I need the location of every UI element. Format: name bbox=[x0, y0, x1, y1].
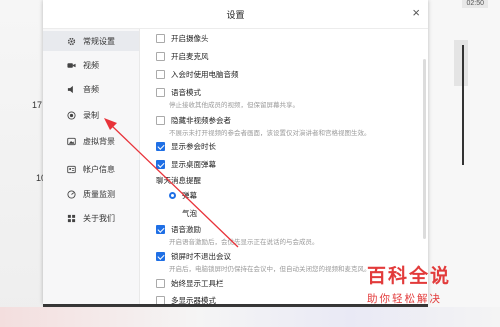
open-camera-checkbox[interactable] bbox=[156, 34, 165, 43]
option-label: 语音模式 bbox=[171, 88, 201, 97]
bullet-radio-option[interactable]: 弹幕 bbox=[169, 190, 197, 201]
sidebar-item-virtual-background[interactable]: 虚拟背景 bbox=[43, 131, 139, 151]
show-desktop-bullet-checkbox[interactable] bbox=[156, 160, 165, 169]
window-title: 设置 bbox=[226, 10, 245, 20]
watermark-subtitle: 助你轻松解决 bbox=[367, 293, 442, 305]
chat-notice-heading: 聊天消息提醒 bbox=[156, 176, 201, 185]
option-label: 开启麦克风 bbox=[171, 52, 209, 61]
gear-icon bbox=[66, 36, 76, 46]
background-number: 17 bbox=[32, 100, 43, 110]
show-duration-checkbox[interactable] bbox=[156, 142, 165, 151]
sidebar-item-label: 帐户信息 bbox=[83, 164, 115, 174]
lock-screen-checkbox[interactable] bbox=[156, 252, 165, 261]
option-label: 语音激励 bbox=[171, 225, 201, 234]
bullet-radio[interactable] bbox=[169, 192, 176, 199]
option-description: 开启语音激励后，会优先显示正在说话的与会成员。 bbox=[169, 239, 319, 246]
open-camera-option[interactable]: 开启摄像头 bbox=[156, 33, 209, 44]
sidebar-item-label: 关于我们 bbox=[83, 213, 115, 223]
sidebar-item-label: 质量监测 bbox=[83, 189, 115, 199]
close-icon[interactable]: × bbox=[412, 6, 420, 19]
content-scrollbar[interactable] bbox=[423, 59, 426, 239]
multi-display-checkbox[interactable] bbox=[156, 296, 165, 304]
option-label: 开启摄像头 bbox=[171, 34, 209, 43]
bubble-radio-label[interactable]: 气泡 bbox=[182, 208, 197, 219]
sidebar-item-label: 虚拟背景 bbox=[83, 136, 115, 146]
option-description: 不展示未打开视频的参会者画面，该设置仅对演讲者和宫格视图生效。 bbox=[169, 130, 371, 137]
option-label: 隐藏非视频参会者 bbox=[171, 116, 231, 125]
settings-content: 开启摄像头 开启麦克风 入会时使用电脑音频 语音模式 停止接收其他成员的视频，但… bbox=[139, 29, 428, 304]
option-label: 多显示器模式 bbox=[171, 296, 216, 304]
multi-display-option[interactable]: 多显示器模式 bbox=[156, 295, 216, 304]
settings-window: 设置 × 常规设置 视频 音频 录制 虚拟背景 帐户信息 质量监测 关于我们 开… bbox=[43, 0, 428, 304]
image-icon bbox=[66, 136, 76, 146]
speaker-mode-option[interactable]: 语音模式 bbox=[156, 87, 201, 98]
background-vertical-line bbox=[462, 45, 464, 165]
lock-screen-option[interactable]: 锁屏时不退出会议 bbox=[156, 251, 231, 262]
always-toolbar-option[interactable]: 始终显示工具栏 bbox=[156, 278, 224, 289]
option-description: 停止接收其他成员的视频，但保留屏幕共享。 bbox=[169, 102, 299, 109]
user-icon bbox=[66, 164, 76, 174]
pc-audio-checkbox[interactable] bbox=[156, 70, 165, 79]
sidebar-item-audio[interactable]: 音频 bbox=[43, 79, 139, 99]
option-label: 显示参会时长 bbox=[171, 142, 216, 151]
show-duration-option[interactable]: 显示参会时长 bbox=[156, 141, 216, 152]
background-scroll-block bbox=[454, 40, 468, 86]
hide-nonvideo-checkbox[interactable] bbox=[156, 116, 165, 125]
clock-label: 02:50 bbox=[462, 0, 488, 8]
speaker-mode-checkbox[interactable] bbox=[156, 88, 165, 97]
sidebar-item-record[interactable]: 录制 bbox=[43, 105, 139, 125]
open-mic-option[interactable]: 开启麦克风 bbox=[156, 51, 209, 62]
title-bar: 设置 × bbox=[43, 0, 428, 29]
speaker-icon bbox=[66, 84, 76, 94]
grid-icon bbox=[66, 213, 76, 223]
record-icon bbox=[66, 110, 76, 120]
show-desktop-bullet-option[interactable]: 显示桌面弹幕 bbox=[156, 159, 216, 170]
option-description: 开启后，电脑锁屏时仍保持在会议中，但自动关闭您的视频和麦克风。 bbox=[169, 266, 371, 273]
sidebar-item-label: 录制 bbox=[83, 110, 99, 120]
settings-sidebar: 常规设置 视频 音频 录制 虚拟背景 帐户信息 质量监测 关于我们 bbox=[43, 29, 140, 304]
option-label: 入会时使用电脑音频 bbox=[171, 70, 239, 79]
sidebar-item-about[interactable]: 关于我们 bbox=[43, 208, 139, 228]
sidebar-item-quality[interactable]: 质量监测 bbox=[43, 184, 139, 204]
watermark: 百科全说 助你轻松解决 bbox=[367, 266, 487, 318]
option-label: 锁屏时不退出会议 bbox=[171, 252, 231, 261]
option-label: 显示桌面弹幕 bbox=[171, 160, 216, 169]
voice-stimulus-option[interactable]: 语音激励 bbox=[156, 224, 201, 235]
camera-icon bbox=[66, 60, 76, 70]
sidebar-item-video[interactable]: 视频 bbox=[43, 55, 139, 75]
sidebar-item-label: 视频 bbox=[83, 60, 99, 70]
monitor-icon bbox=[66, 189, 76, 199]
option-label: 弹幕 bbox=[182, 191, 197, 200]
pc-audio-option[interactable]: 入会时使用电脑音频 bbox=[156, 69, 239, 80]
watermark-logo: 百科全说 bbox=[367, 266, 452, 287]
always-toolbar-checkbox[interactable] bbox=[156, 279, 165, 288]
sidebar-item-label: 音频 bbox=[83, 84, 99, 94]
option-label: 始终显示工具栏 bbox=[171, 279, 224, 288]
sidebar-item-account[interactable]: 帐户信息 bbox=[43, 159, 139, 179]
hide-nonvideo-option[interactable]: 隐藏非视频参会者 bbox=[156, 115, 231, 126]
open-mic-checkbox[interactable] bbox=[156, 52, 165, 61]
sidebar-item-general[interactable]: 常规设置 bbox=[43, 31, 139, 51]
sidebar-item-label: 常规设置 bbox=[83, 36, 115, 46]
voice-stimulus-checkbox[interactable] bbox=[156, 225, 165, 234]
background-left-panel: 17 10 bbox=[0, 0, 46, 327]
